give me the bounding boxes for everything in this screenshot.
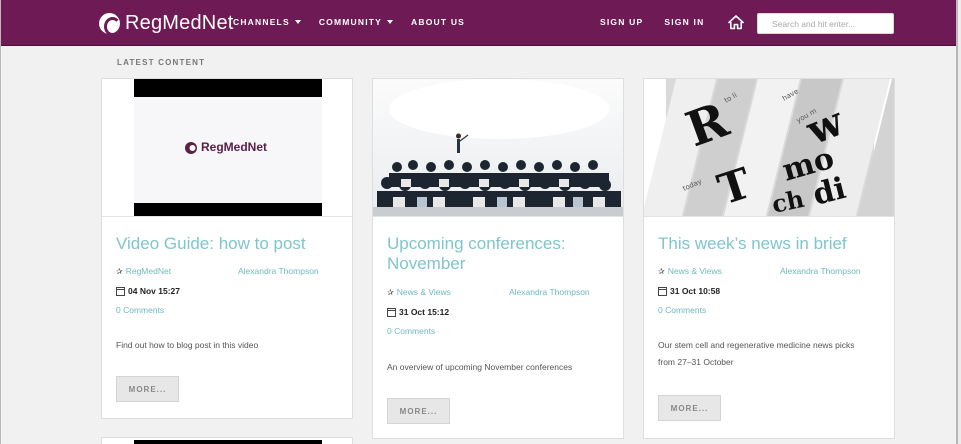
content-card: RegMedNet Video Guide: how to post ✰ RegM… — [101, 78, 353, 419]
site-logo[interactable]: RegMedNet — [99, 10, 234, 36]
svg-text:ch: ch — [769, 184, 806, 217]
card-excerpt-line: Our stem cell and regenerative medicine … — [658, 340, 855, 350]
card-excerpt-line: from 27–31 October — [658, 357, 734, 367]
card-category[interactable]: ✰ News & Views — [387, 287, 451, 297]
card-date: 04 Nov 15:27 — [116, 286, 180, 296]
card-category[interactable]: ✰ News & Views — [658, 266, 722, 276]
section-heading: LATEST CONTENT — [117, 58, 206, 67]
card-date-label: 31 Oct 10:58 — [670, 286, 721, 296]
pin-icon: ✰ — [658, 266, 665, 276]
card-image[interactable]: R T w mo di ch to li have you m today — [644, 79, 894, 217]
card-date-label: 04 Nov 15:27 — [128, 286, 180, 296]
video-thumbnail-brand: RegMedNet — [201, 140, 268, 154]
more-button[interactable]: MORE... — [387, 398, 450, 424]
logo-mark-icon — [99, 12, 121, 36]
card-comments[interactable]: 0 Comments — [658, 305, 706, 315]
conference-photo — [373, 79, 623, 216]
nav-community-label: COMMUNITY — [318, 17, 383, 27]
content-card: Upcoming conferences: November ✰ News & V… — [372, 78, 624, 439]
card-excerpt: An overview of upcoming November confere… — [387, 362, 573, 372]
card-category-label: News & Views — [396, 287, 451, 297]
more-button[interactable]: MORE... — [116, 376, 179, 402]
card-category[interactable]: ✰ RegMedNet — [116, 266, 171, 276]
pin-icon: ✰ — [116, 266, 123, 276]
card-date: 31 Oct 15:12 — [387, 307, 449, 317]
nav-channels-label: CHANNELS — [233, 17, 290, 27]
home-icon[interactable] — [728, 14, 744, 30]
card-author[interactable]: Alexandra Thompson — [780, 266, 861, 276]
card-title[interactable]: This week’s news in brief — [658, 234, 847, 254]
card-image[interactable] — [373, 79, 623, 217]
content-card: R T w mo di ch to li have you m today Th… — [643, 78, 895, 439]
card-title[interactable]: Upcoming conferences: November — [387, 234, 587, 274]
card-title[interactable]: Video Guide: how to post — [116, 234, 306, 254]
top-navbar: RegMedNet CHANNELS COMMUNITY ABOUT US SI… — [1, 0, 956, 46]
card-image[interactable]: RegMedNet — [102, 79, 352, 217]
nav-community[interactable]: COMMUNITY — [318, 17, 394, 27]
calendar-icon — [116, 286, 125, 296]
account-nav: SIGN UP SIGN IN — [600, 17, 725, 27]
card-image-partial — [134, 440, 322, 444]
more-button[interactable]: MORE... — [658, 395, 721, 421]
card-date-label: 31 Oct 15:12 — [399, 307, 450, 317]
chevron-down-icon — [294, 19, 301, 24]
logo-text: RegMedNet — [125, 11, 234, 34]
search-input[interactable] — [757, 13, 894, 34]
nav-about-us[interactable]: ABOUT US — [411, 17, 465, 27]
chevron-down-icon — [387, 19, 394, 24]
card-author[interactable]: Alexandra Thompson — [509, 287, 590, 297]
sign-in-link[interactable]: SIGN IN — [664, 17, 704, 27]
card-category-label: News & Views — [667, 266, 722, 276]
card-author[interactable]: Alexandra Thompson — [238, 266, 319, 276]
sign-up-link[interactable]: SIGN UP — [600, 17, 643, 27]
primary-nav: CHANNELS COMMUNITY ABOUT US — [233, 17, 483, 27]
browser-frame: RegMedNet CHANNELS COMMUNITY ABOUT US SI… — [0, 0, 958, 444]
card-date: 31 Oct 10:58 — [658, 286, 720, 296]
calendar-icon — [658, 286, 667, 296]
card-excerpt: Our stem cell and regenerative medicine … — [658, 337, 855, 371]
nav-channels[interactable]: CHANNELS — [233, 17, 301, 27]
card-comments[interactable]: 0 Comments — [387, 326, 435, 336]
card-excerpt: Find out how to blog post in this video — [116, 340, 259, 350]
pin-icon: ✰ — [387, 287, 394, 297]
calendar-icon — [387, 307, 396, 317]
newspaper-photo: R T w mo di ch to li have you m today — [644, 79, 894, 217]
card-category-label: RegMedNet — [125, 266, 172, 276]
card-comments[interactable]: 0 Comments — [116, 305, 164, 315]
content-card-partial — [101, 437, 353, 444]
